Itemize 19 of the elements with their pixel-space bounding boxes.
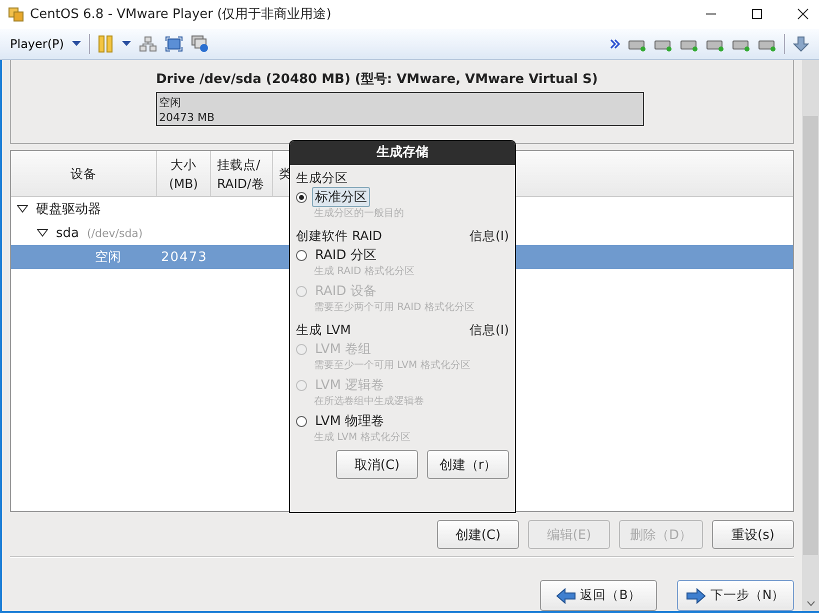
option-description: 在所选卷组中生成逻辑卷 (313, 394, 425, 409)
option-description: 需要至少两个可用 RAID 格式化分区 (313, 300, 476, 315)
segment-label: 空闲 (159, 95, 182, 110)
segment-size: 20473 MB (159, 110, 216, 125)
section-heading: 生成分区 (296, 170, 348, 186)
device-name: 硬盘驱动器 (36, 201, 101, 218)
option-description: 生成分区的一般目的 (313, 206, 405, 221)
device-name: 空闲 (95, 249, 121, 266)
option-description: 需要至少一个可用 LVM 格式化分区 (313, 358, 472, 373)
option-description: 生成 LVM 格式化分区 (313, 430, 412, 445)
option-description: 生成 RAID 格式化分区 (313, 264, 416, 279)
dialog-title: 生成存储 (290, 141, 515, 165)
section-heading: 创建软件 RAID (296, 228, 382, 244)
size-value: 20473 (161, 250, 208, 264)
window-title: CentOS 6.8 - VMware Player (仅用于非商业用途) (30, 6, 332, 24)
device-name: sda (56, 226, 79, 240)
drive-title: Drive /dev/sda (20480 MB) (型号: VMware, VMware Virtual S) (156, 71, 599, 88)
device-path: (/dev/sda) (87, 226, 143, 240)
section-heading: 生成 LVM (296, 322, 351, 338)
